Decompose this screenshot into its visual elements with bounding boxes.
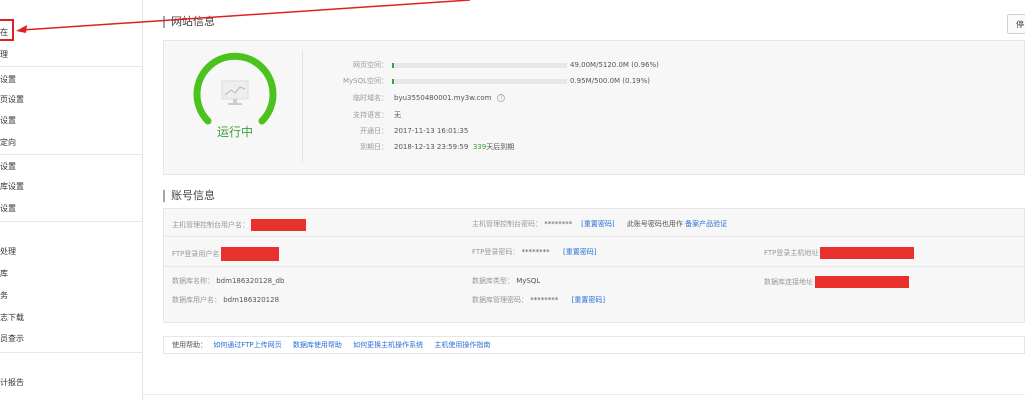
host-pwd-field: 主机管理控制台密码： ******** [重置密码] 此账号密码也用作 备案产品…: [472, 219, 727, 229]
mysql-space-label: MySQL空间：: [342, 77, 388, 85]
account-info-panel: 主机管理控制台用户名： 主机管理控制台密码： ******** [重置密码] 此…: [163, 208, 1025, 323]
mysql-space-bar: [392, 79, 567, 84]
status-gauge: 运行中: [190, 51, 280, 141]
sidebar-item-13[interactable]: 员查示: [0, 333, 24, 344]
sidebar-item-11[interactable]: 务: [0, 290, 8, 301]
account-info-title: 账号信息: [163, 190, 215, 202]
status-label: 运行中: [216, 125, 253, 139]
sidebar-item-7[interactable]: 库设置: [0, 181, 24, 192]
redaction-block: [251, 219, 306, 231]
sidebar-item-3[interactable]: 页设置: [0, 94, 24, 105]
sidebar-item-10[interactable]: 库: [0, 268, 8, 279]
divider: [302, 51, 303, 163]
ftp-pwd-value: ********: [521, 248, 550, 256]
help-link-change-os[interactable]: 如何更换主机操作系统: [353, 341, 423, 349]
db-name-value: bdm186320128_db: [216, 277, 285, 285]
temp-domain-value[interactable]: byu3550480001.my3w.com: [394, 94, 491, 102]
temp-domain-label: 临时域名：: [353, 94, 388, 102]
db-user-value: bdm186320128: [223, 296, 280, 304]
db-name-label: 数据库名称：: [172, 277, 214, 285]
row-divider: [164, 236, 1025, 237]
ftp-user-label: FTP登录用户名: [172, 250, 220, 258]
sidebar-item-9[interactable]: 处理: [0, 246, 16, 257]
sidebar-item-0[interactable]: 在: [0, 27, 8, 38]
reset-db-pwd-link[interactable]: [重置密码]: [572, 296, 605, 304]
language-label: 支持语言：: [353, 111, 388, 119]
site-info-title: 网站信息: [163, 16, 215, 28]
web-space-fill: [392, 63, 395, 68]
ftp-user-field: FTP登录用户名: [172, 247, 280, 261]
sidebar-item-12[interactable]: 志下载: [0, 312, 24, 323]
sidebar-item-14[interactable]: 计报告: [0, 377, 24, 388]
web-space-bar: [392, 63, 567, 68]
db-pwd-label: 数据库管理密码：: [472, 296, 528, 304]
expire-date-label: 到期日：: [360, 143, 388, 151]
sidebar-item-6[interactable]: 设置: [0, 161, 16, 172]
expire-date-value: 2018-12-13 23:59:59: [394, 143, 469, 151]
sidebar-item-4[interactable]: 设置: [0, 115, 16, 126]
db-host-label: 数据库连接地址: [764, 278, 813, 286]
help-link-host-guide[interactable]: 主机使用操作指南: [434, 341, 490, 349]
ftp-host-label: FTP登录主机地址: [764, 249, 819, 257]
db-host-field: 数据库连接地址: [764, 276, 909, 288]
sidebar-divider: [0, 221, 142, 222]
also-use-text: 此账号密码也用作: [626, 220, 683, 228]
db-pwd-value: ********: [530, 296, 559, 304]
mysql-space-fill: [392, 79, 395, 84]
sidebar-item-2[interactable]: 设置: [0, 74, 16, 85]
help-label: 使用帮助：: [172, 341, 207, 349]
web-space-usage: 49.00M/5120.0M (0.96%): [570, 61, 659, 69]
web-space-label: 网页空间：: [353, 61, 388, 69]
sidebar-divider: [0, 154, 142, 155]
reset-host-pwd-link[interactable]: [重置密码]: [581, 220, 614, 228]
sidebar-item-8[interactable]: 设置: [0, 203, 16, 214]
db-type-field: 数据库类型： MySQL: [472, 276, 540, 286]
help-link-ftp-upload[interactable]: 如何通过FTP上传网页: [213, 341, 281, 349]
language-value: 无: [394, 111, 401, 119]
site-info-panel: 运行中 网页空间： 49.00M/5120.0M (0.96%) MySQL空间…: [163, 40, 1025, 175]
monitor-icon: [221, 80, 249, 100]
db-pwd-field: 数据库管理密码： ******** [重置密码]: [472, 295, 605, 305]
open-date-label: 开通日：: [360, 127, 388, 135]
mysql-space-usage: 0.95M/500.0M (0.19%): [570, 77, 650, 85]
help-link-database[interactable]: 数据库使用帮助: [293, 341, 342, 349]
db-type-label: 数据库类型：: [472, 277, 514, 285]
ftp-pwd-field: FTP登录密码： ******** [重置密码]: [472, 247, 596, 257]
ftp-host-field: FTP登录主机地址: [764, 247, 915, 259]
help-bar: 使用帮助： 如何通过FTP上传网页 数据库使用帮助 如何更换主机操作系统 主机使…: [163, 336, 1025, 354]
sidebar-item-1[interactable]: 理: [0, 49, 8, 60]
host-pwd-value: ********: [544, 220, 573, 228]
redaction-block: [815, 276, 909, 288]
db-user-label: 数据库用户名：: [172, 296, 221, 304]
db-user-field: 数据库用户名： bdm186320128: [172, 295, 279, 305]
record-verify-link[interactable]: 备案产品验证: [685, 220, 727, 228]
open-date-value: 2017-11-13 16:01:35: [394, 127, 469, 135]
sidebar-item-5[interactable]: 定向: [0, 137, 16, 148]
redaction-block: [820, 247, 915, 259]
host-user-field: 主机管理控制台用户名：: [172, 219, 306, 231]
main-content: 网站信息 停 运行中 网页空间： 49.00M/5120.0M (0.96%) …: [143, 0, 1025, 400]
redaction-block: [221, 247, 280, 261]
sidebar: 在 理 设置 页设置 设置 定向 设置 库设置 设置 处理 库 务 志下载 员查…: [0, 0, 143, 400]
help-icon[interactable]: ?: [497, 94, 506, 102]
row-divider: [164, 266, 1025, 267]
db-type-value: MySQL: [516, 277, 541, 285]
sidebar-divider: [0, 66, 142, 67]
db-name-field: 数据库名称： bdm186320128_db: [172, 276, 284, 286]
host-pwd-label: 主机管理控制台密码：: [472, 220, 542, 228]
stop-button[interactable]: 停: [1007, 14, 1025, 34]
reset-ftp-pwd-link[interactable]: [重置密码]: [563, 248, 596, 256]
sidebar-divider: [0, 352, 142, 353]
ftp-pwd-label: FTP登录密码：: [472, 248, 520, 256]
days-left: 339: [472, 143, 487, 151]
days-left-suffix: 天后到期: [486, 143, 515, 151]
bottom-border: [143, 394, 1025, 395]
host-user-label: 主机管理控制台用户名：: [172, 221, 249, 229]
